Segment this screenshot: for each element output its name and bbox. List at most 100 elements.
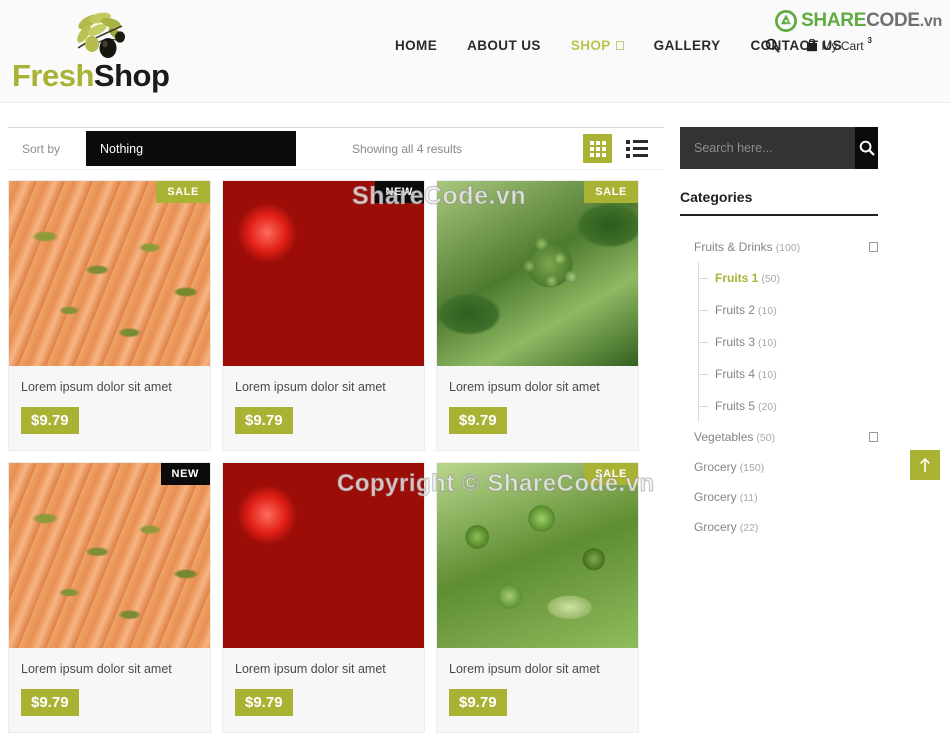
product-image: SALE <box>437 463 638 648</box>
carrots-photo <box>9 181 210 366</box>
category-item-fruits-drinks[interactable]: Fruits & Drinks (100) <box>680 232 878 262</box>
product-title[interactable]: Lorem ipsum dolor sit amet <box>449 662 626 676</box>
category-item-grocery-22[interactable]: Grocery (22) <box>680 512 878 542</box>
sort-by-value: Nothing <box>100 141 144 156</box>
status-badge: NEW <box>160 463 210 485</box>
product-card[interactable]: Lorem ipsum dolor sit amet $9.79 <box>222 462 425 733</box>
shop-sidebar: Categories Fruits & Drinks(100) Fruits 1… <box>680 127 878 542</box>
nav-item-about-us[interactable]: ABOUT US <box>467 38 541 53</box>
product-title[interactable]: Lorem ipsum dolor sit amet <box>235 380 412 394</box>
nav-label-about-us: ABOUT US <box>467 38 541 53</box>
nav-label-home: HOME <box>395 38 438 53</box>
vegetables-photo <box>437 463 638 648</box>
subcategory-label: Fruits 5 <box>715 399 756 413</box>
product-title[interactable]: Lorem ipsum dolor sit amet <box>21 380 198 394</box>
category-count: (50) <box>756 432 776 444</box>
logo-text-fresh: Fresh <box>12 58 94 93</box>
status-badge: SALE <box>584 181 638 203</box>
view-toggle-group <box>583 134 650 163</box>
sharecode-text-code: CODE <box>866 10 920 31</box>
scroll-to-top-button[interactable] <box>910 450 940 480</box>
product-price: $9.79 <box>235 689 293 716</box>
category-item-vegetables[interactable]: Vegetables (50) <box>680 422 878 452</box>
product-price: $9.79 <box>235 407 293 434</box>
categories-heading: Categories <box>680 189 878 216</box>
sharecode-watermark-logo: SHARECODE.vn <box>775 10 942 32</box>
arrow-up-icon <box>920 457 930 472</box>
search-submit-button[interactable] <box>855 127 878 169</box>
tomatoes-photo <box>223 181 424 366</box>
search-icon[interactable] <box>765 38 780 53</box>
status-badge: SALE <box>156 181 210 203</box>
product-info: Lorem ipsum dolor sit amet $9.79 <box>437 648 638 732</box>
subcategory-count: (10) <box>758 337 777 349</box>
nav-item-gallery[interactable]: GALLERY <box>654 38 721 53</box>
expand-toggle-icon[interactable] <box>869 432 878 442</box>
subcategory-item-fruits-2[interactable]: Fruits 2 (10) <box>699 294 878 326</box>
results-count-text: Showing all 4 results <box>352 141 463 156</box>
product-card[interactable]: SALE Lorem ipsum dolor sit amet $9.79 <box>436 180 639 451</box>
product-card[interactable]: SALE Lorem ipsum dolor sit amet $9.79 <box>8 180 211 451</box>
category-count: (11) <box>739 492 758 504</box>
nav-label-gallery: GALLERY <box>653 38 721 53</box>
expand-toggle-icon[interactable] <box>869 242 878 252</box>
sharecode-text-share: SHARE <box>801 10 867 31</box>
category-label: Fruits & Drinks <box>694 240 773 254</box>
tomatoes-photo <box>223 463 424 648</box>
subcategory-count: (20) <box>758 401 777 413</box>
subcategory-count: (10) <box>758 305 777 317</box>
sort-by-dropdown[interactable]: Nothing <box>86 131 296 166</box>
product-title[interactable]: Lorem ipsum dolor sit amet <box>449 380 626 394</box>
grid-view-icon[interactable] <box>583 134 612 163</box>
search-input[interactable] <box>680 127 855 169</box>
category-label: Grocery <box>694 460 737 474</box>
product-image: NEW <box>223 181 424 366</box>
list-view-icon[interactable] <box>626 138 650 160</box>
subcategory-label: Fruits 4 <box>715 367 756 381</box>
subcategory-item-fruits-4[interactable]: Fruits 4 (10) <box>699 358 878 390</box>
categories-list: Fruits & Drinks (100) Fruits 1 (50) Fruits… <box>680 232 878 542</box>
product-info: Lorem ipsum dolor sit amet $9.79 <box>9 648 210 732</box>
product-info: Lorem ipsum dolor sit amet $9.79 <box>437 366 638 450</box>
subcategory-item-fruits-1[interactable]: Fruits 1 (50) <box>699 262 878 294</box>
logo-text-shop: Shop <box>93 58 170 93</box>
category-label: Grocery <box>694 520 737 534</box>
subcategory-label: Fruits 2 <box>715 303 756 317</box>
subcategory-label: Fruits 3 <box>715 335 756 349</box>
product-card[interactable]: NEW Lorem ipsum dolor sit amet $9.79 <box>8 462 211 733</box>
sharecode-mark-icon <box>775 10 798 32</box>
product-title[interactable]: Lorem ipsum dolor sit amet <box>235 662 412 676</box>
nav-item-shop[interactable]: SHOP <box>571 38 624 53</box>
subcategory-count: (50) <box>761 273 781 285</box>
cart-count-badge: 3 <box>867 36 872 45</box>
category-count: (150) <box>739 462 765 474</box>
my-cart-button[interactable]: My Cart 3 <box>806 36 872 53</box>
subcategory-item-fruits-5[interactable]: Fruits 5 (20) <box>699 390 878 422</box>
category-item-grocery-150[interactable]: Grocery (150) <box>680 452 878 482</box>
chevron-down-icon <box>615 41 624 50</box>
nav-item-home[interactable]: HOME <box>395 38 437 53</box>
product-card[interactable]: NEW Lorem ipsum dolor sit amet $9.79 <box>222 180 425 451</box>
nav-label-shop: SHOP <box>570 38 611 53</box>
site-header: FreshShop HOME ABOUT US SHOP GALLERY CON… <box>0 0 950 103</box>
product-title[interactable]: Lorem ipsum dolor sit amet <box>21 662 198 676</box>
subcategory-item-fruits-3[interactable]: Fruits 3 (10) <box>699 326 878 358</box>
product-price: $9.79 <box>21 407 79 434</box>
site-logo[interactable]: FreshShop <box>12 8 192 96</box>
product-image: NEW <box>9 463 210 648</box>
product-price: $9.79 <box>449 689 507 716</box>
category-item-grocery-11[interactable]: Grocery (11) <box>680 482 878 512</box>
shop-toolbar: Sort by Nothing Showing all 4 results <box>8 127 664 170</box>
sort-by-label: Sort by <box>22 141 61 156</box>
my-cart-label: My Cart <box>821 38 864 53</box>
product-image: SALE <box>9 181 210 366</box>
product-card[interactable]: SALE Lorem ipsum dolor sit amet $9.79 <box>436 462 639 733</box>
subcategory-label: Fruits 1 <box>715 271 759 285</box>
carrots-photo <box>9 463 210 648</box>
product-image: SALE <box>437 181 638 366</box>
status-badge: SALE <box>584 463 638 485</box>
header-tools: My Cart 3 <box>765 36 872 53</box>
sharecode-text-vn: .vn <box>919 13 943 30</box>
olive-branch-icon <box>77 12 125 58</box>
subcategory-count: (10) <box>758 369 777 381</box>
